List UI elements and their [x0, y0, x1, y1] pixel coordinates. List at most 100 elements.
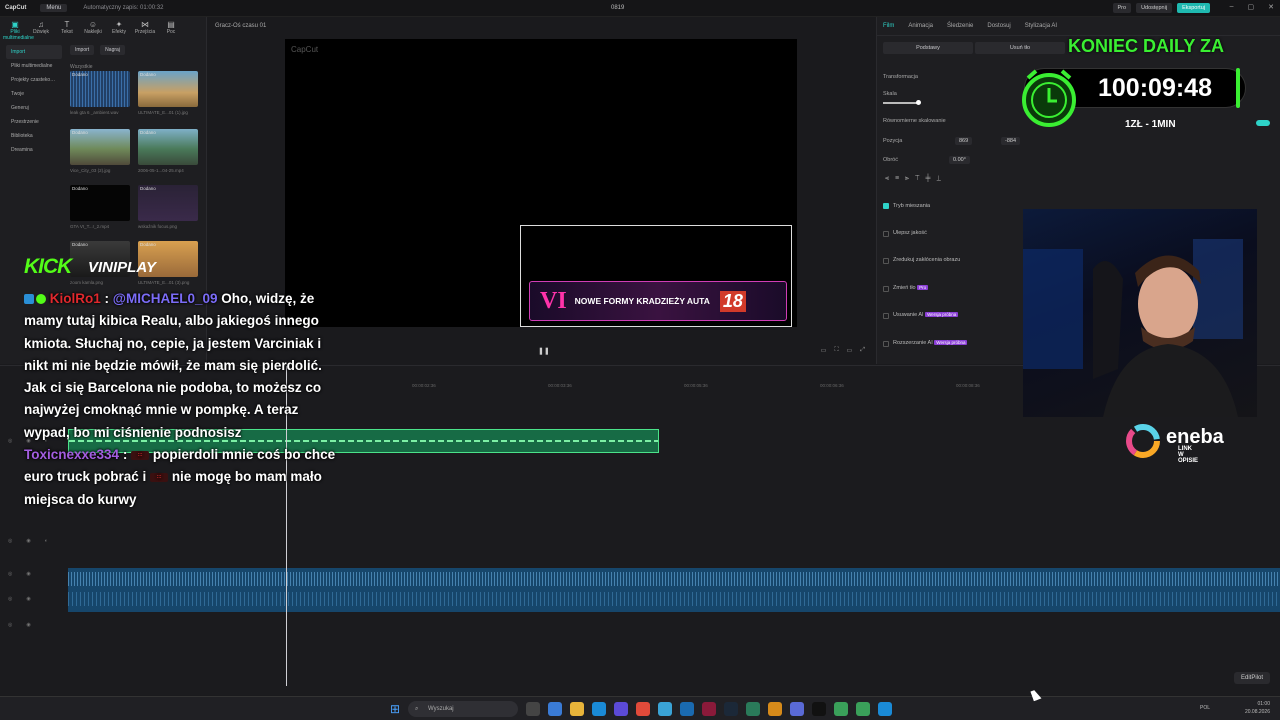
minimize-icon[interactable]: – [1230, 3, 1234, 11]
category-yours[interactable]: Twoje [6, 87, 62, 101]
preview-canvas[interactable]: CapCut VI NOWE FORMY KRADZIEŻY AUTA 18 [285, 39, 797, 327]
app-icon[interactable] [768, 702, 782, 716]
windows-start-icon[interactable]: ⊞ [390, 702, 400, 716]
pro-badge: Pro [917, 285, 929, 290]
ratio-icon[interactable]: ▭ [821, 347, 827, 354]
alarm-clock-icon [1022, 69, 1076, 127]
rotation-input[interactable]: 0.00° [949, 156, 970, 164]
media-item[interactable]: Dodano ULTIMATE_E...01 (1).jpg [138, 71, 198, 115]
fullscreen-icon[interactable]: ⤢ [860, 347, 865, 354]
chat-username: KiolRo1 [49, 291, 101, 306]
tab-tracking[interactable]: Śledzenie [947, 23, 973, 29]
category-projects[interactable]: Projekty czasteko… [6, 73, 62, 87]
category-spaces[interactable]: Przestrzenie [6, 115, 62, 129]
tool-audio[interactable]: ♫ Dźwięk [29, 20, 53, 41]
media-item[interactable]: Dodano Vice_City_03 (2).jpg [70, 129, 130, 173]
language-indicator[interactable]: POL [1200, 704, 1210, 712]
app-icon[interactable] [878, 702, 892, 716]
taskbar-search[interactable]: ⌕ Wyszukaj [408, 701, 518, 717]
taskview-icon[interactable] [526, 702, 540, 716]
pro-button[interactable]: Pro [1112, 3, 1132, 13]
tool-more[interactable]: ▤ Poc [159, 20, 183, 41]
tool-row: ▣ Pliki multimedialne ♫ Dźwięk T Tekst ☺ Nak… [0, 17, 206, 44]
media-item[interactable]: Dodano GTA VI_T...r_2.mp4 [70, 185, 130, 229]
media-filename: ULTIMATE_E...01 (3).png [138, 280, 190, 285]
media-item[interactable]: Dodano 2006-05-1...04-25.mp4 [138, 129, 198, 173]
change-bg-checkbox[interactable] [883, 286, 889, 292]
tab-ai-style[interactable]: Stylizacja AI [1025, 23, 1057, 29]
crop-icon[interactable]: ⛶ [834, 347, 838, 354]
app-icon[interactable] [548, 702, 562, 716]
app-icon[interactable] [658, 702, 672, 716]
system-tray[interactable]: POL 01:00 20.08.2026 [1200, 700, 1270, 716]
subtab-remove-bg[interactable]: Usuń tło [975, 42, 1065, 54]
denoise-checkbox[interactable] [883, 258, 889, 264]
subtab-basic[interactable]: Podstawy [883, 42, 973, 54]
ai-change-bg-label: Zmień tło Pro [893, 285, 929, 291]
audio-clip[interactable] [68, 568, 1280, 612]
tool-text[interactable]: T Tekst [55, 20, 79, 41]
track-header[interactable]: ◎ ◉ [0, 571, 66, 581]
tab-film[interactable]: Film [883, 23, 894, 29]
category-generate[interactable]: Generuj [6, 101, 62, 115]
pinned-apps [526, 702, 892, 716]
track-header[interactable]: ◎ ◉ ◐ [0, 538, 66, 548]
position-y-input[interactable]: -884 [1001, 137, 1021, 145]
teams-icon[interactable] [614, 702, 628, 716]
age-rating-icon: 18 [719, 290, 746, 312]
editpilot-button[interactable]: EditPilot [1233, 672, 1270, 684]
import-button[interactable]: Import [70, 45, 95, 55]
app-icon[interactable] [746, 702, 760, 716]
menu-button[interactable]: Menu [40, 4, 68, 12]
kick-logo: KICK [24, 255, 72, 278]
chat-mention: @MICHAEL0_09 [112, 291, 218, 306]
tab-animation[interactable]: Animacja [908, 23, 933, 29]
maximize-icon[interactable]: ▢ [1248, 3, 1255, 11]
effects-icon: ✦ [115, 20, 123, 29]
share-button[interactable]: Udostępnij [1136, 3, 1173, 13]
tool-label: Naklejki [84, 29, 102, 35]
enhance-checkbox[interactable] [883, 231, 889, 237]
media-item[interactable]: Dodano wskaźnik focus.png [138, 185, 198, 229]
tab-adjust[interactable]: Dostosuj [987, 23, 1010, 29]
tool-transitions[interactable]: ⋈ Przejścia [133, 20, 157, 41]
app-icon[interactable] [856, 702, 870, 716]
capcut-icon[interactable] [812, 702, 826, 716]
app-icon[interactable] [834, 702, 848, 716]
filter-all[interactable]: Wszystkie [70, 64, 93, 70]
pause-button[interactable]: ❚❚ [538, 347, 550, 355]
export-button[interactable]: Eksportuj [1177, 3, 1210, 13]
category-media[interactable]: Pliki multimedialne [6, 59, 62, 73]
folder-icon[interactable] [570, 702, 584, 716]
opera-icon[interactable] [636, 702, 650, 716]
transform-label: Transformacja [883, 74, 918, 80]
transition-icon: ⋈ [141, 20, 149, 29]
app-icon[interactable] [680, 702, 694, 716]
app-icon[interactable] [702, 702, 716, 716]
emote-icon: ::: [131, 451, 150, 461]
ai-remove-checkbox[interactable] [883, 313, 889, 319]
steam-icon[interactable] [724, 702, 738, 716]
zoom-icon[interactable]: ▭ [847, 347, 853, 354]
category-import[interactable]: Import [6, 45, 62, 59]
ruler-tick: 00:00:05:36 [684, 383, 708, 388]
edge-icon[interactable] [592, 702, 606, 716]
capcut-watermark: CapCut [291, 45, 319, 54]
tool-stickers[interactable]: ☺ Naklejki [81, 20, 105, 41]
tool-effects[interactable]: ✦ Efekty [107, 20, 131, 41]
category-library[interactable]: Biblioteka [6, 129, 62, 143]
ai-expand-checkbox[interactable] [883, 341, 889, 347]
record-button[interactable]: Nagraj [100, 45, 125, 55]
tool-media[interactable]: ▣ Pliki multimedialne [3, 20, 34, 41]
align-icons[interactable]: ⫷≡⫸⊤╪⊥ [885, 175, 947, 183]
scale-slider[interactable] [883, 100, 921, 105]
category-dreamina[interactable]: Dreamina [6, 143, 62, 157]
discord-icon[interactable] [790, 702, 804, 716]
media-item[interactable]: Dodano leak gta 6 _ambient.wav [70, 71, 130, 115]
uniform-scale-toggle[interactable] [1256, 120, 1270, 126]
close-icon[interactable]: ✕ [1268, 3, 1274, 11]
blend-checkbox[interactable] [883, 203, 889, 209]
track-header[interactable]: ◎ ◉ [0, 596, 66, 606]
track-header[interactable]: ◎ ◉ [0, 622, 66, 632]
position-x-input[interactable]: 869 [955, 137, 973, 145]
